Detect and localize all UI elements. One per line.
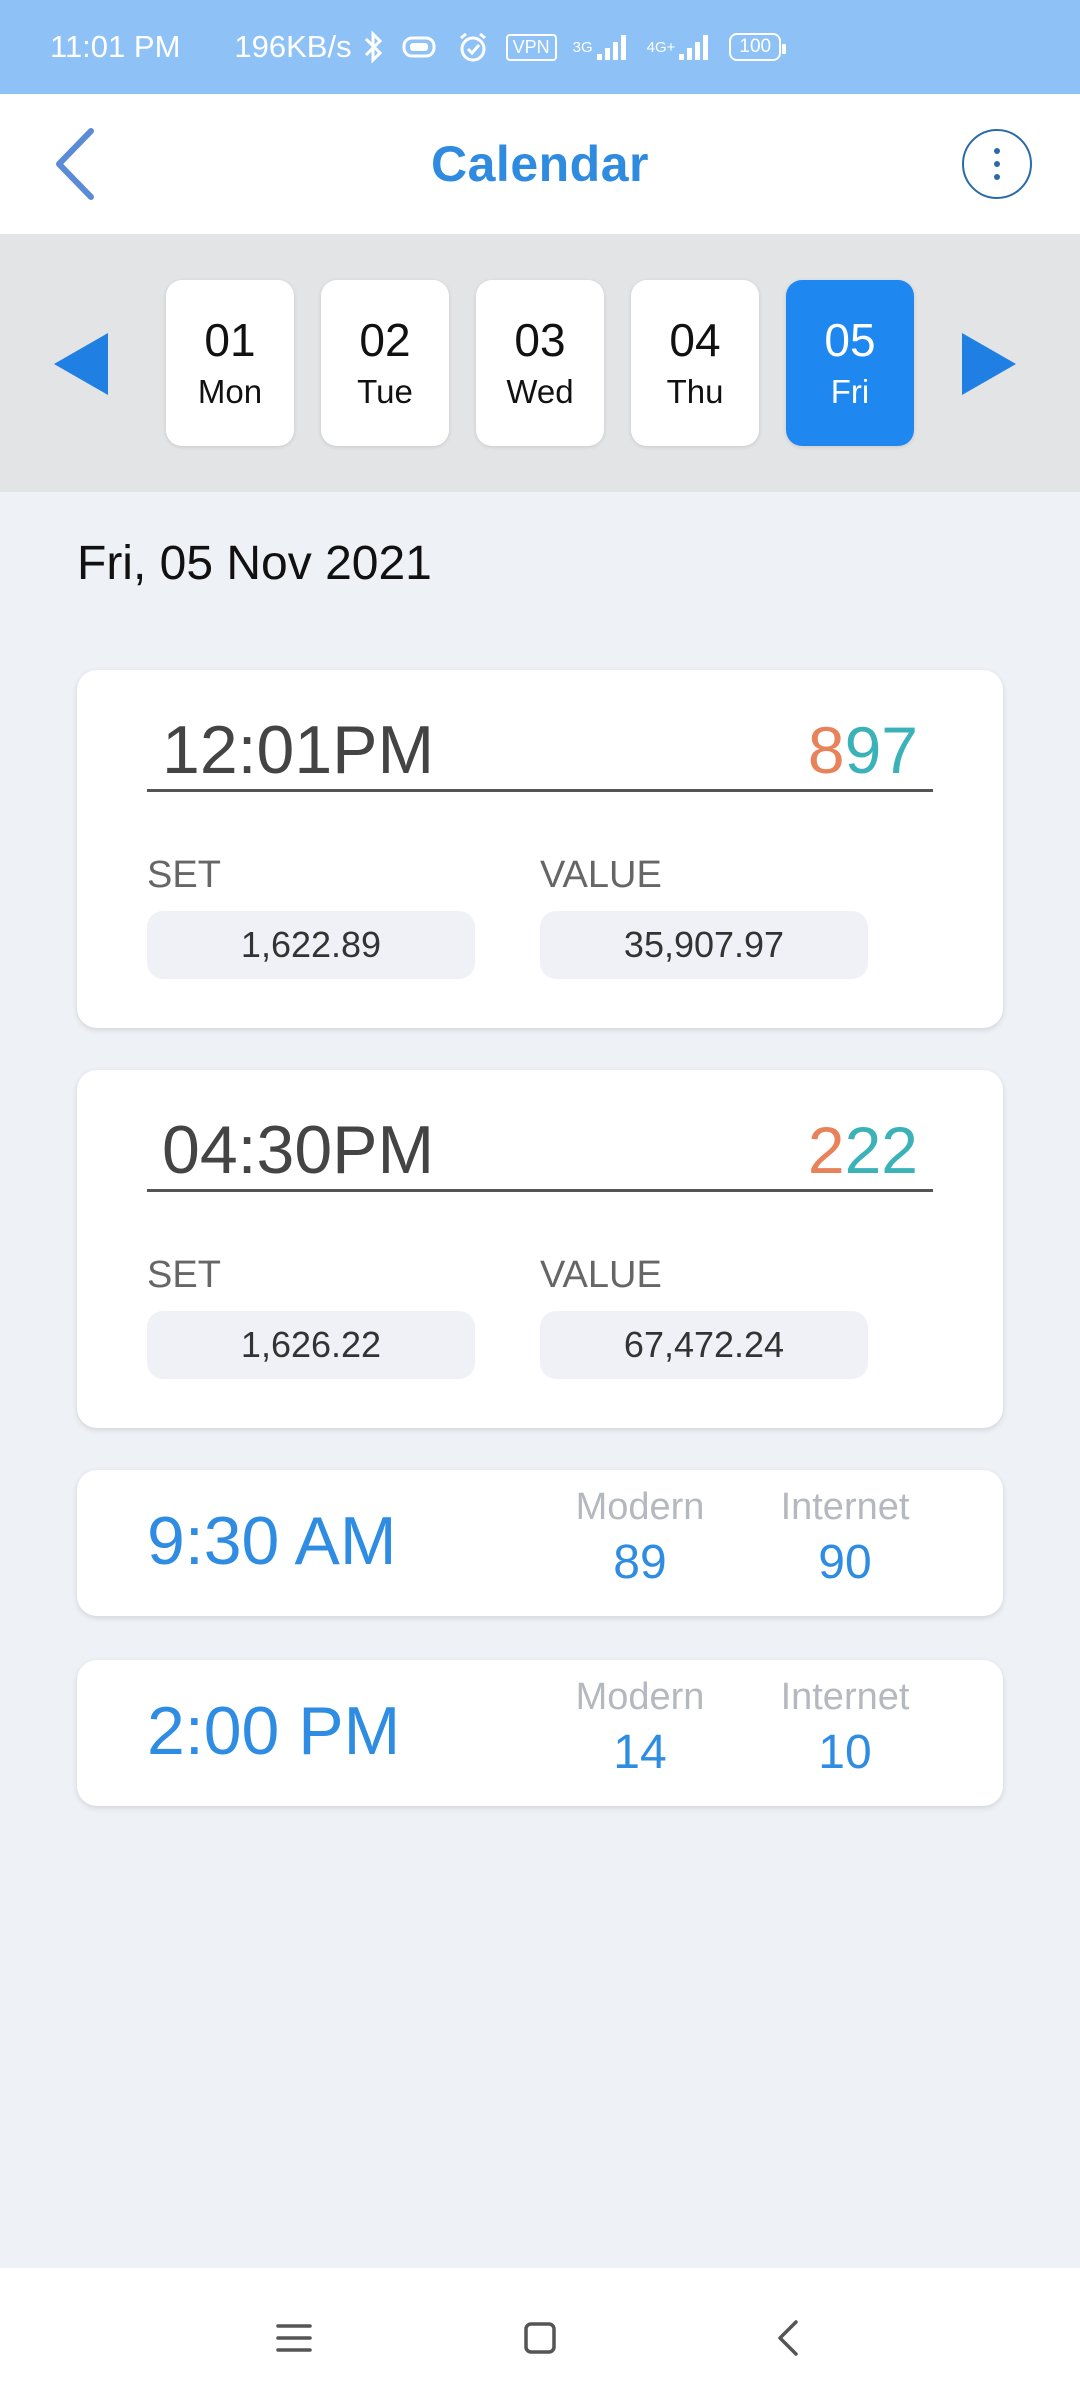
signal-3g-icon: 3G <box>573 32 631 62</box>
modern-metric: Modern 14 <box>560 1676 720 1780</box>
net-type-label: 4G+ <box>646 38 676 56</box>
next-week-button[interactable] <box>960 329 1030 409</box>
status-time: 11:01 PM <box>50 29 181 64</box>
result-digit-first: 8 <box>807 712 845 787</box>
day-of-week: Fri <box>830 373 870 411</box>
session-time: 9:30 AM <box>147 1503 397 1579</box>
set-value: 1,626.22 <box>147 1311 475 1379</box>
app-header: Calendar <box>0 94 1080 234</box>
day-number: 01 <box>204 313 256 366</box>
set-label: SET <box>147 854 221 896</box>
selected-date-heading: Fri, 05 Nov 2021 <box>77 537 432 590</box>
day-number: 05 <box>824 313 876 366</box>
modern-value: 14 <box>613 1726 667 1779</box>
triangle-left-icon <box>54 333 108 395</box>
value-label: VALUE <box>540 854 662 896</box>
internet-metric: Internet 10 <box>765 1676 925 1780</box>
result-card-header: 12:01PM 897 <box>147 710 933 792</box>
modern-label: Modern <box>575 1486 705 1528</box>
network-speed: 196KB/s <box>234 29 352 64</box>
date-strip: 01 Mon 02 Tue 03 Wed 04 Thu 05 Fri <box>0 234 1080 492</box>
menu-lines-icon <box>276 2324 312 2352</box>
system-back-button[interactable] <box>760 2308 820 2368</box>
result-number: 222 <box>808 1112 933 1188</box>
day-number: 02 <box>359 313 411 366</box>
more-options-button[interactable] <box>962 129 1032 199</box>
result-card-values: SET 1,626.22 VALUE 67,472.24 <box>147 1254 933 1379</box>
recent-apps-button[interactable] <box>264 2308 324 2368</box>
session-card: 9:30 AM Modern 89 Internet 90 <box>77 1470 1003 1616</box>
result-card-header: 04:30PM 222 <box>147 1110 933 1192</box>
more-vertical-dot <box>994 174 1000 180</box>
day-number: 04 <box>669 313 721 366</box>
set-column: SET 1,626.22 <box>147 1254 540 1379</box>
home-button[interactable] <box>510 2308 570 2368</box>
signal-4g-icon: 4G+ <box>647 32 714 62</box>
internet-value: 90 <box>818 1536 872 1589</box>
day-tile-01[interactable]: 01 Mon <box>166 280 294 446</box>
day-tile-02[interactable]: 02 Tue <box>321 280 449 446</box>
battery-saver-icon <box>402 34 440 60</box>
result-digit-first: 2 <box>807 1112 845 1187</box>
day-tile-05-selected[interactable]: 05 Fri <box>786 280 914 446</box>
result-card: 12:01PM 897 SET 1,622.89 VALUE 35,907.97 <box>77 670 1003 1028</box>
internet-label: Internet <box>780 1676 910 1718</box>
value-label: VALUE <box>540 1254 662 1296</box>
more-vertical-dot <box>994 161 1000 167</box>
value-value: 67,472.24 <box>540 1311 868 1379</box>
modern-metric: Modern 89 <box>560 1486 720 1590</box>
vpn-icon: VPN <box>505 33 557 61</box>
day-of-week: Tue <box>357 373 413 411</box>
result-digits-rest: 97 <box>844 712 918 787</box>
day-of-week: Thu <box>666 373 724 411</box>
set-label: SET <box>147 1254 221 1296</box>
set-column: SET 1,622.89 <box>147 854 540 979</box>
alarm-icon <box>456 30 490 64</box>
previous-week-button[interactable] <box>50 329 120 409</box>
net-type-label: 3G <box>572 38 593 56</box>
system-nav-bar <box>0 2268 1080 2400</box>
day-of-week: Wed <box>506 373 574 411</box>
value-column: VALUE 67,472.24 <box>540 1254 933 1379</box>
back-button[interactable] <box>40 124 110 204</box>
square-icon <box>524 2322 556 2354</box>
chevron-left-icon <box>778 2320 798 2356</box>
internet-metric: Internet 90 <box>765 1486 925 1590</box>
result-number: 897 <box>808 712 933 788</box>
modern-label: Modern <box>575 1676 705 1718</box>
battery-icon: 100 <box>729 33 786 61</box>
value-value: 35,907.97 <box>540 911 868 979</box>
internet-label: Internet <box>780 1486 910 1528</box>
result-card: 04:30PM 222 SET 1,626.22 VALUE 67,472.24 <box>77 1070 1003 1428</box>
page-title: Calendar <box>431 136 649 192</box>
more-vertical-icon <box>994 148 1000 154</box>
session-card: 2:00 PM Modern 14 Internet 10 <box>77 1660 1003 1806</box>
session-time: 2:00 PM <box>147 1693 401 1769</box>
value-column: VALUE 35,907.97 <box>540 854 933 979</box>
back-arrow-icon <box>56 128 94 200</box>
status-bar: 11:01 PM 196KB/s VPN 3G 4G+ 100 <box>0 0 1080 94</box>
result-time: 12:01PM <box>162 711 435 788</box>
day-of-week: Mon <box>197 373 263 411</box>
day-tile-04[interactable]: 04 Thu <box>631 280 759 446</box>
result-digits-rest: 22 <box>844 1112 918 1187</box>
result-card-values: SET 1,622.89 VALUE 35,907.97 <box>147 854 933 979</box>
day-tile-03[interactable]: 03 Wed <box>476 280 604 446</box>
bluetooth-icon <box>362 30 386 64</box>
triangle-right-icon <box>962 333 1016 395</box>
internet-value: 10 <box>818 1726 872 1779</box>
set-value: 1,622.89 <box>147 911 475 979</box>
day-number: 03 <box>514 313 566 366</box>
result-time: 04:30PM <box>162 1111 435 1188</box>
modern-value: 89 <box>613 1536 667 1589</box>
